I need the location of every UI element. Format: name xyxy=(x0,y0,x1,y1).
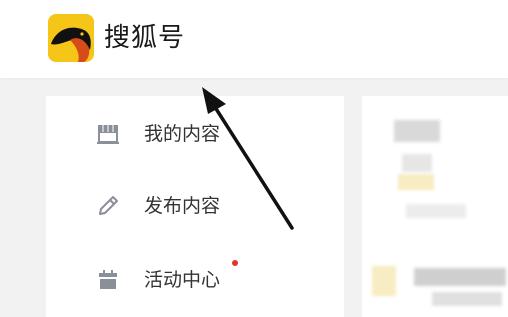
annotation-arrow xyxy=(202,87,294,230)
